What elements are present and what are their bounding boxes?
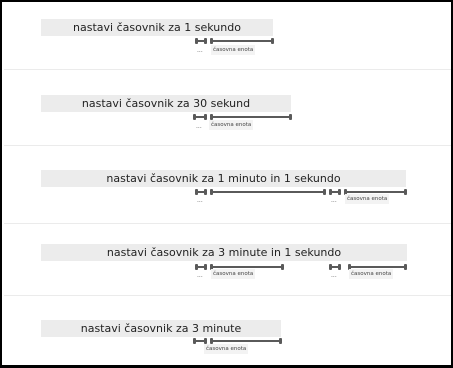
- timer-list-window: nastavi časovnik za 1 sekundo ... časovn…: [0, 0, 453, 368]
- unit-dropdown[interactable]: časovna enota: [211, 269, 256, 279]
- value-ellipsis[interactable]: ...: [197, 197, 203, 205]
- unit-dropdown[interactable]: časovna enota: [345, 194, 390, 204]
- unit-dropdown[interactable]: časovna enota: [349, 269, 394, 279]
- value-ellipsis[interactable]: ...: [197, 47, 203, 55]
- command-title[interactable]: nastavi časovnik za 3 minute in 1 sekund…: [41, 244, 407, 261]
- slider-track[interactable]: [210, 187, 326, 198]
- list-item: nastavi časovnik za 1 minuto in 1 sekund…: [4, 146, 451, 224]
- value-ellipsis[interactable]: ...: [331, 197, 337, 205]
- value-ellipsis[interactable]: ...: [197, 272, 203, 280]
- command-title[interactable]: nastavi časovnik za 30 sekund: [41, 95, 291, 112]
- value-ellipsis[interactable]: ...: [331, 272, 337, 280]
- command-title[interactable]: nastavi časovnik za 3 minute: [41, 320, 281, 337]
- list-item: nastavi časovnik za 3 minute in 1 sekund…: [4, 224, 451, 296]
- command-title[interactable]: nastavi časovnik za 1 sekundo: [41, 19, 273, 36]
- slider-track[interactable]: [193, 112, 207, 123]
- list-item: nastavi časovnik za 3 minute časovna eno…: [4, 296, 451, 365]
- unit-dropdown[interactable]: časovna enota: [204, 344, 249, 354]
- slider-track[interactable]: [195, 36, 207, 47]
- list-item: nastavi časovnik za 1 sekundo ... časovn…: [4, 4, 451, 70]
- command-title[interactable]: nastavi časovnik za 1 minuto in 1 sekund…: [41, 170, 406, 187]
- value-ellipsis[interactable]: ...: [196, 123, 202, 131]
- unit-dropdown[interactable]: časovna enota: [211, 45, 256, 55]
- unit-dropdown[interactable]: časovna enota: [209, 120, 254, 130]
- list-item: nastavi časovnik za 30 sekund ... časovn…: [4, 70, 451, 146]
